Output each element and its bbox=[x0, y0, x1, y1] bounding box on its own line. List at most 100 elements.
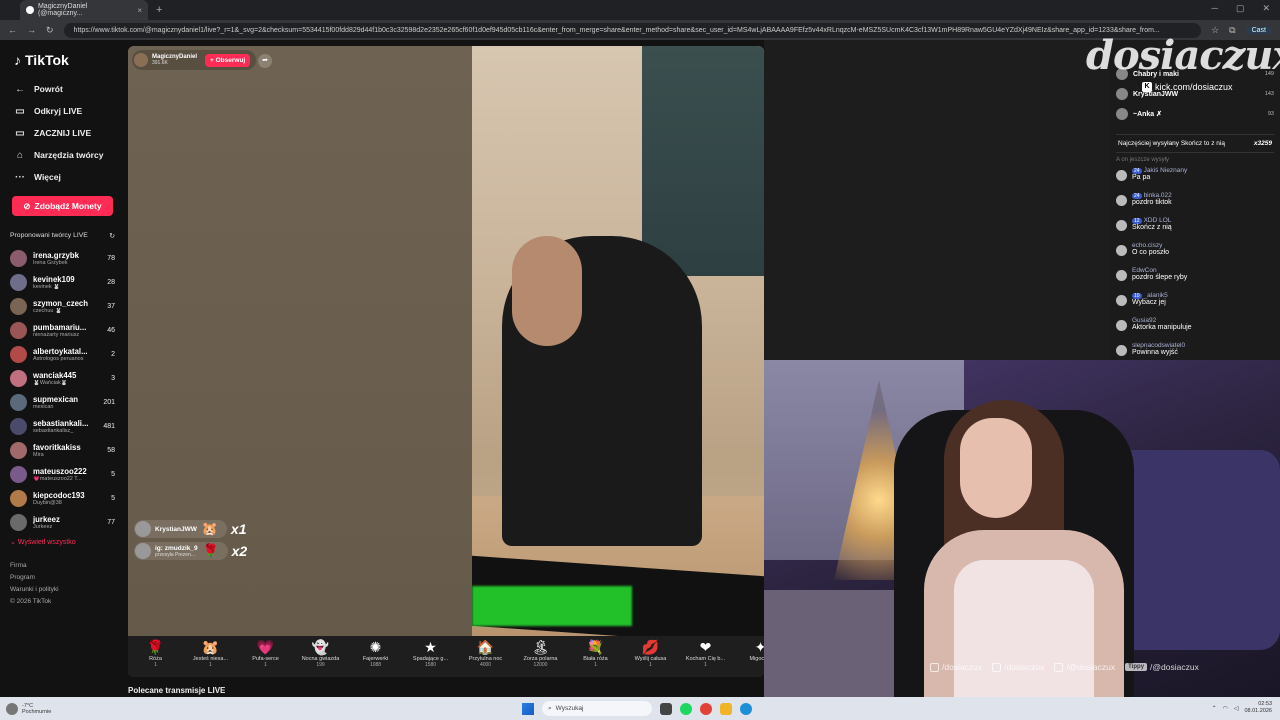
weather-widget[interactable]: -7°C Pochmurnie bbox=[0, 702, 51, 715]
close-tab-icon[interactable]: × bbox=[137, 6, 142, 15]
nav-item[interactable]: ▭ ZACZNIJ LIVE bbox=[10, 122, 115, 144]
chat-avatar[interactable] bbox=[1116, 245, 1127, 256]
gifter-avatar[interactable] bbox=[135, 521, 151, 537]
url-field[interactable]: https://www.tiktok.com/@magicznydaniel1/… bbox=[63, 22, 1202, 38]
nav-item[interactable]: ··· Więcej bbox=[10, 166, 115, 188]
spotify-icon[interactable] bbox=[680, 702, 692, 715]
new-tab-button[interactable]: + bbox=[156, 4, 162, 16]
task-view-icon[interactable] bbox=[660, 702, 672, 715]
minimize-icon[interactable]: ─ bbox=[1212, 3, 1218, 14]
browser-tab[interactable]: MagicznyDaniel (@magiczny... × bbox=[20, 0, 148, 20]
tray-chevron-icon[interactable]: ⌃ bbox=[1212, 705, 1217, 712]
creator-avatar[interactable] bbox=[10, 369, 27, 387]
edge-icon[interactable] bbox=[740, 702, 752, 715]
creator-avatar[interactable] bbox=[10, 513, 27, 531]
chat-username[interactable]: Jakiś Nieznany bbox=[1144, 167, 1188, 174]
creator-avatar[interactable] bbox=[10, 489, 27, 507]
recommended-live-title: Polecane transmisje LIVE bbox=[128, 686, 226, 695]
chat-username[interactable]: echo.ciszy bbox=[1132, 242, 1162, 249]
close-window-icon[interactable]: ✕ bbox=[1262, 3, 1270, 14]
chat-username[interactable]: binka.022 bbox=[1144, 192, 1172, 199]
creator-item[interactable]: albertoykatal... Astrologos peruanos 2 bbox=[10, 342, 115, 366]
chat-avatar[interactable] bbox=[1116, 170, 1127, 181]
chat-username[interactable]: EdwCon bbox=[1132, 267, 1157, 274]
chat-username[interactable]: _alanik5 bbox=[1144, 292, 1168, 299]
taskbar-search[interactable]: ⌕ Wyszukaj bbox=[542, 701, 652, 716]
chat-avatar[interactable] bbox=[1116, 220, 1127, 231]
chrome-icon[interactable] bbox=[700, 702, 712, 715]
gift-item[interactable]: 🌹 Róża 1 bbox=[128, 636, 183, 677]
gift-item[interactable]: ❤ Kocham Cię b... 1 bbox=[678, 636, 733, 677]
chat-avatar[interactable] bbox=[1116, 270, 1127, 281]
follow-button[interactable]: + Obserwuj bbox=[205, 53, 251, 67]
gift-item[interactable]: 💐 Biała róża 1 bbox=[568, 636, 623, 677]
chat-avatar[interactable] bbox=[1116, 295, 1127, 306]
get-coins-button[interactable]: ⊘ Zdobądź Monety bbox=[12, 196, 113, 216]
chat-avatar[interactable] bbox=[1116, 195, 1127, 206]
volume-icon[interactable]: ◁ bbox=[1234, 705, 1239, 712]
creator-avatar[interactable] bbox=[10, 297, 27, 315]
live-stream-player[interactable]: MagicznyDaniel 391.6K + Obserwuj ➦ Kryst… bbox=[128, 46, 764, 677]
nav-item[interactable]: ⌂ Narzędzia twórcy bbox=[10, 144, 115, 166]
gift-item[interactable]: 💗 Pufa-serce 1 bbox=[238, 636, 293, 677]
creator-item[interactable]: mateuszoo222 💗mateuszoo22 T... 5 bbox=[10, 462, 115, 486]
start-button[interactable] bbox=[522, 702, 534, 715]
creator-item[interactable]: irena.grzybk Irena Grzybek 78 bbox=[10, 246, 115, 270]
chat-username[interactable]: XDD LOL bbox=[1144, 217, 1172, 224]
nav-item[interactable]: ▭ Odkryj LIVE bbox=[10, 100, 115, 122]
gifter-avatar[interactable] bbox=[135, 543, 151, 559]
back-icon[interactable]: ← bbox=[8, 25, 17, 35]
tiktok-logo[interactable]: ♪ TikTok bbox=[14, 52, 115, 68]
chat-username[interactable]: slepnacodswiatel0 bbox=[1132, 342, 1185, 349]
maximize-icon[interactable]: ▢ bbox=[1236, 3, 1245, 14]
creator-item[interactable]: szymon_czech czechuu 🐰 37 bbox=[10, 294, 115, 318]
show-all-link[interactable]: ⌄ Wyświetl wszystko bbox=[10, 538, 115, 546]
chat-avatar[interactable] bbox=[1116, 345, 1127, 356]
nav-item[interactable]: ← Powrót bbox=[10, 78, 115, 100]
clock[interactable]: 02:53 08.01.2026 bbox=[1244, 701, 1272, 715]
gift-item[interactable]: 🐹 Jesteś niesa... 1 bbox=[183, 636, 238, 677]
reload-icon[interactable]: ↻ bbox=[46, 25, 54, 36]
forward-icon[interactable]: → bbox=[27, 25, 36, 35]
gift-item[interactable]: 👻 Nocna gwiazda 199 bbox=[293, 636, 348, 677]
creator-item[interactable]: wanciak445 🐰Wańciak🐰 3 bbox=[10, 366, 115, 390]
wifi-icon[interactable]: ◠ bbox=[1223, 705, 1228, 712]
creator-nickname: Jurkeez bbox=[33, 523, 53, 530]
share-icon[interactable]: ➦ bbox=[258, 54, 272, 68]
host-avatar[interactable] bbox=[134, 53, 148, 67]
refresh-icon[interactable]: ↻ bbox=[109, 232, 115, 240]
footer-link[interactable]: Program bbox=[10, 572, 115, 584]
streamer-head bbox=[512, 236, 582, 346]
creator-item[interactable]: kiepcodoc193 Duybin@38 5 bbox=[10, 486, 115, 510]
gift-item[interactable]: 🏠 Przytulna noc 4000 bbox=[458, 636, 513, 677]
creator-item[interactable]: favoritkakiss Mira 58 bbox=[10, 438, 115, 462]
creator-username: szymon_czech bbox=[33, 298, 89, 308]
chat-avatar[interactable] bbox=[1116, 320, 1127, 331]
chat-username[interactable]: Gusia92 bbox=[1132, 317, 1156, 324]
stream-video[interactable] bbox=[472, 46, 764, 636]
creator-avatar[interactable] bbox=[10, 393, 27, 411]
creator-item[interactable]: sebastiankali... sebastiankalisz_ 481 bbox=[10, 414, 115, 438]
creator-avatar[interactable] bbox=[10, 321, 27, 339]
creator-item[interactable]: kevinek109 kevinek 🐰 28 bbox=[10, 270, 115, 294]
creator-avatar[interactable] bbox=[10, 417, 27, 435]
creator-avatar[interactable] bbox=[10, 249, 27, 267]
footer-link[interactable]: Warunki i polityki bbox=[10, 584, 115, 596]
gift-item[interactable]: 💋 Wyślij całusa 1 bbox=[623, 636, 678, 677]
creator-item[interactable]: jurkeez Jurkeez 77 bbox=[10, 510, 115, 534]
gift-item[interactable]: 🏝 Zorza polarna 12000 bbox=[513, 636, 568, 677]
chat-user-line: 10 _alanik5 bbox=[1132, 292, 1168, 299]
creator-item[interactable]: supmexican mexican 201 bbox=[10, 390, 115, 414]
gift-item[interactable]: ★ Spadające g... 1580 bbox=[403, 636, 458, 677]
creator-avatar[interactable] bbox=[10, 441, 27, 459]
host-info[interactable]: MagicznyDaniel 391.6K + Obserwuj bbox=[132, 50, 257, 70]
gift-item[interactable]: ✦Migocz... bbox=[733, 636, 764, 677]
creator-avatar[interactable] bbox=[10, 465, 27, 483]
footer-link[interactable]: Firma bbox=[10, 560, 115, 572]
ranking-item[interactable]: ~Anka ✗ 93 bbox=[1116, 104, 1274, 124]
creator-avatar[interactable] bbox=[10, 345, 27, 363]
creator-item[interactable]: pumbamariu... nienażarty mariusz 46 bbox=[10, 318, 115, 342]
gift-item[interactable]: ✺ Fajerwerki 1088 bbox=[348, 636, 403, 677]
creator-avatar[interactable] bbox=[10, 273, 27, 291]
file-explorer-icon[interactable] bbox=[720, 702, 732, 715]
